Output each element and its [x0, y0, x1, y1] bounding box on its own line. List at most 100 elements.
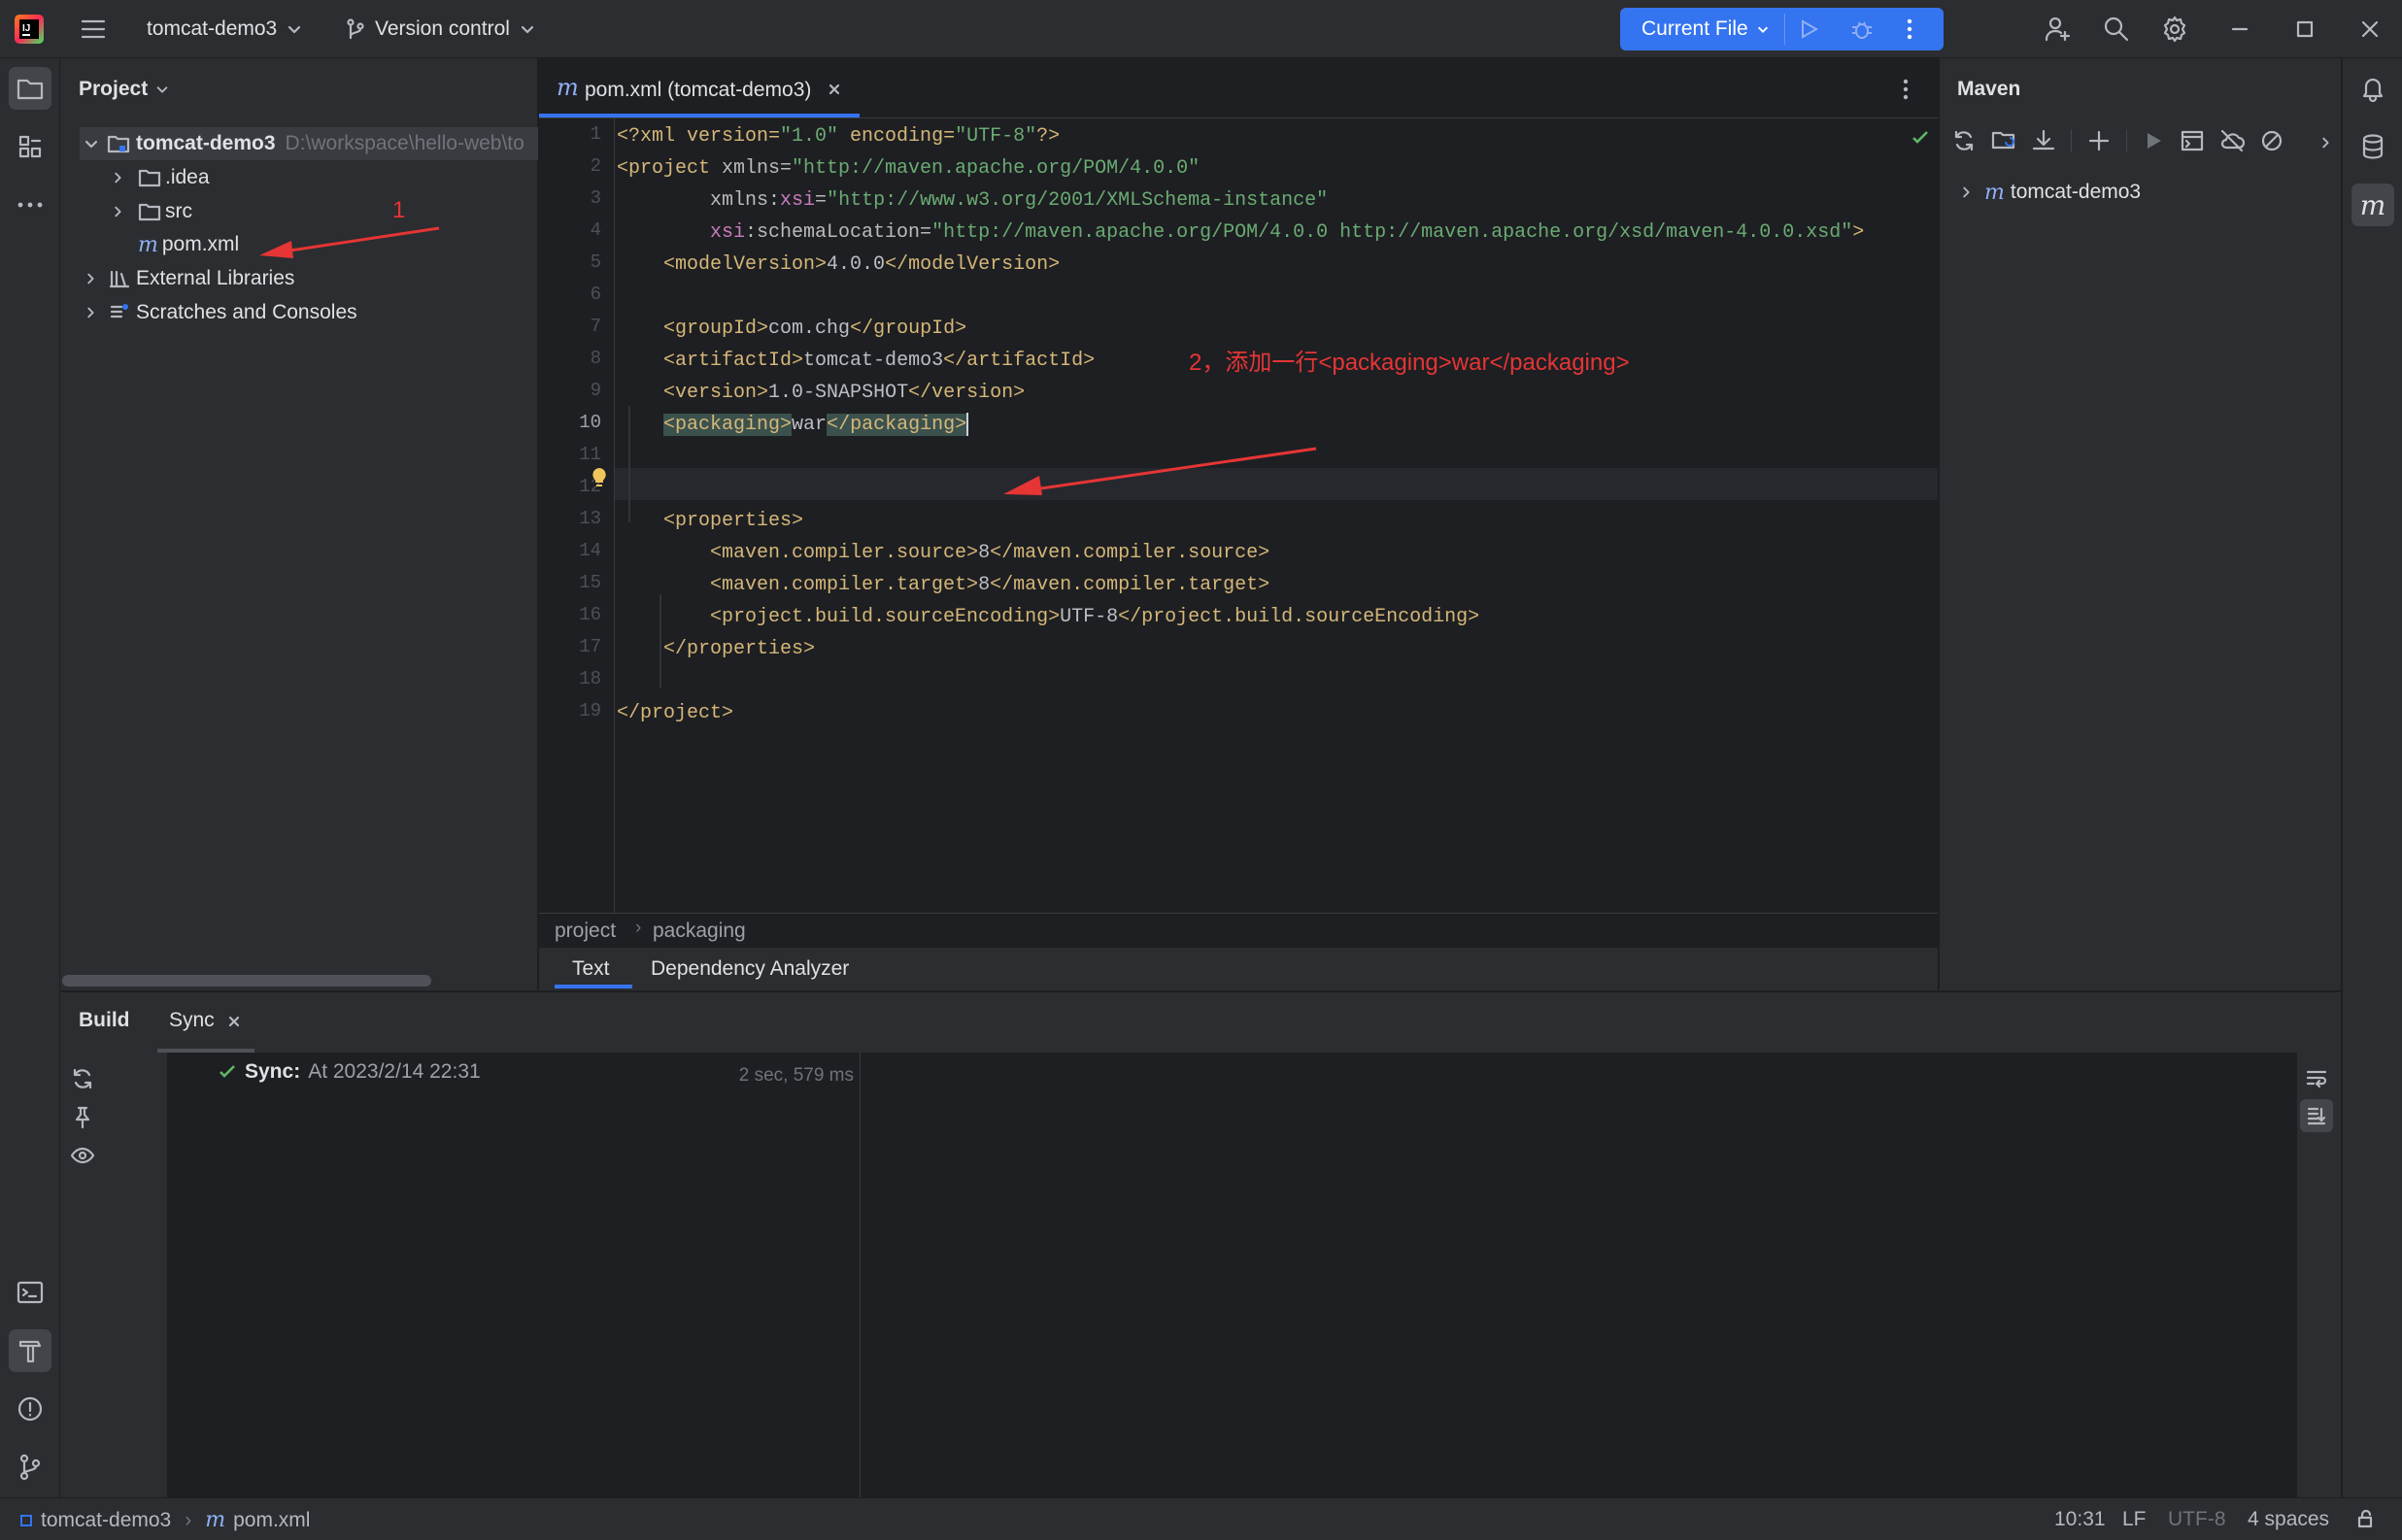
file-encoding[interactable]: UTF-8 — [2168, 1508, 2226, 1531]
tab-dependency-analyzer[interactable]: Dependency Analyzer — [651, 957, 849, 981]
tree-item-label: Scratches and Consoles — [136, 301, 357, 323]
add-icon[interactable] — [2086, 128, 2112, 153]
branch-icon — [347, 18, 364, 40]
download-icon[interactable] — [2031, 128, 2056, 153]
settings-gear-icon[interactable] — [2160, 15, 2189, 44]
project-view-selector[interactable]: Project — [79, 78, 169, 101]
vcs-menu[interactable]: Version control — [346, 17, 535, 41]
panel-title: Build — [79, 1009, 130, 1031]
run-maven-icon[interactable] — [2142, 129, 2165, 152]
run-icon[interactable] — [1797, 17, 1820, 41]
chevron-right-icon — [1963, 186, 1970, 198]
branch-icon — [19, 1454, 41, 1481]
soft-wrap-icon[interactable] — [2305, 1068, 2328, 1089]
close-window-icon[interactable] — [2360, 19, 2380, 39]
divider — [2071, 129, 2072, 152]
tree-item-idea[interactable]: .idea — [111, 161, 210, 194]
tag-matched: <packaging> — [663, 414, 793, 436]
tree-item-scratches[interactable]: Scratches and Consoles — [84, 296, 357, 329]
rerun-icon[interactable] — [70, 1066, 95, 1091]
build-tool-button[interactable] — [9, 1329, 51, 1372]
generate-sources-icon[interactable] — [1991, 128, 2016, 153]
main-menu-icon[interactable] — [80, 17, 107, 42]
vcs-label: Version control — [375, 17, 510, 40]
tree-item-src[interactable]: src — [111, 195, 192, 228]
git-tool-button[interactable] — [9, 1446, 51, 1489]
project-switcher[interactable]: tomcat-demo3 — [147, 17, 302, 41]
attr-name: xmlns: — [617, 189, 781, 212]
attr-name: :schemaLocation= — [745, 221, 932, 244]
pin-icon[interactable] — [70, 1105, 95, 1130]
chevron-right-icon[interactable] — [2318, 136, 2332, 150]
more-tools-button[interactable] — [9, 184, 51, 226]
namespace: xsi — [710, 221, 746, 244]
maven-project-item[interactable]: m tomcat-demo3 — [1959, 176, 2141, 209]
text: UTF-8 — [1060, 606, 1119, 628]
build-console-output[interactable] — [860, 1053, 2297, 1498]
horizontal-scrollbar[interactable] — [62, 975, 431, 987]
terminal-tool-button[interactable] — [9, 1271, 51, 1314]
execute-goal-icon[interactable] — [2180, 128, 2205, 153]
breadcrumb-project[interactable]: project — [555, 920, 616, 943]
xml-decl: <?xml version= — [617, 125, 781, 148]
more-actions-icon[interactable] — [1905, 17, 1914, 41]
lock-icon[interactable] — [2355, 1508, 2377, 1529]
run-config-selector[interactable]: Current File — [1641, 17, 1770, 41]
active-tab-indicator — [555, 985, 632, 988]
attr-eq: = — [815, 189, 828, 212]
tag: <maven.compiler.source> — [710, 542, 979, 564]
panel-title: Project — [79, 78, 149, 100]
tree-item-pom[interactable]: m pom.xml — [138, 228, 239, 261]
status-project[interactable]: tomcat-demo3 — [41, 1509, 171, 1532]
offline-mode-icon[interactable] — [2219, 128, 2245, 153]
minimize-icon[interactable] — [2230, 19, 2250, 39]
maven-tool-button[interactable]: m — [2351, 184, 2394, 226]
caret-position[interactable]: 10:31 — [2054, 1508, 2106, 1531]
tree-root[interactable]: tomcat-demo3 D:\workspace\hello-web\to — [80, 127, 538, 160]
text: 8 — [978, 574, 991, 596]
scratches-icon — [110, 304, 128, 318]
tab-text[interactable]: Text — [555, 948, 632, 990]
skip-tests-icon[interactable] — [2259, 128, 2284, 153]
status-breadcrumb: tomcat-demo3 › m pom.xml — [19, 1508, 310, 1532]
breadcrumb-packaging[interactable]: packaging — [653, 920, 746, 943]
tree-item-label: src — [165, 200, 192, 222]
tree-item-label: External Libraries — [136, 267, 295, 289]
database-button[interactable] — [2351, 125, 2394, 168]
status-file[interactable]: pom.xml — [233, 1509, 310, 1532]
debug-icon[interactable] — [1850, 17, 1874, 41]
editor-tab-pom[interactable]: m pom.xml (tomcat-demo3) — [539, 58, 860, 118]
attr-value: "http://maven.apache.org/POM/4.0.0" — [792, 157, 1201, 180]
project-tool-button[interactable] — [9, 67, 51, 110]
problems-tool-button[interactable] — [9, 1388, 51, 1430]
intellij-logo-icon[interactable]: IJ — [14, 14, 45, 45]
sync-result-row[interactable]: Sync: At 2023/2/14 22:31 — [218, 1060, 481, 1084]
text: tomcat-demo3 — [803, 350, 944, 372]
close-tab-icon[interactable] — [228, 1016, 240, 1027]
code-line-2: <project xmlns="http://maven.apache.org/… — [617, 152, 1200, 184]
eye-icon[interactable] — [70, 1143, 95, 1168]
add-user-icon[interactable] — [2044, 15, 2073, 44]
reload-icon[interactable] — [1951, 128, 1977, 153]
tab-sync-label: Sync — [169, 1009, 215, 1031]
indent-setting[interactable]: 4 spaces — [2248, 1508, 2329, 1531]
maven-file-icon: m — [138, 232, 158, 257]
structure-tool-button[interactable] — [9, 125, 51, 168]
active-tab-indicator — [539, 114, 860, 117]
notifications-button[interactable] — [2351, 67, 2394, 110]
close-tab-icon[interactable] — [829, 84, 840, 95]
tab-sync[interactable]: Sync — [157, 992, 254, 1053]
project-panel: Project tomcat-demo3 D:\workspace\hello-… — [60, 58, 538, 990]
search-icon[interactable] — [2102, 15, 2131, 44]
tag: <properties> — [663, 510, 804, 532]
line-separator[interactable]: LF — [2122, 1508, 2147, 1531]
maximize-icon[interactable] — [2295, 19, 2315, 39]
tree-item-external-libraries[interactable]: External Libraries — [84, 262, 294, 295]
scroll-to-end-button[interactable] — [2300, 1099, 2333, 1132]
tab-options-icon[interactable] — [1901, 78, 1911, 101]
library-icon — [109, 270, 130, 288]
